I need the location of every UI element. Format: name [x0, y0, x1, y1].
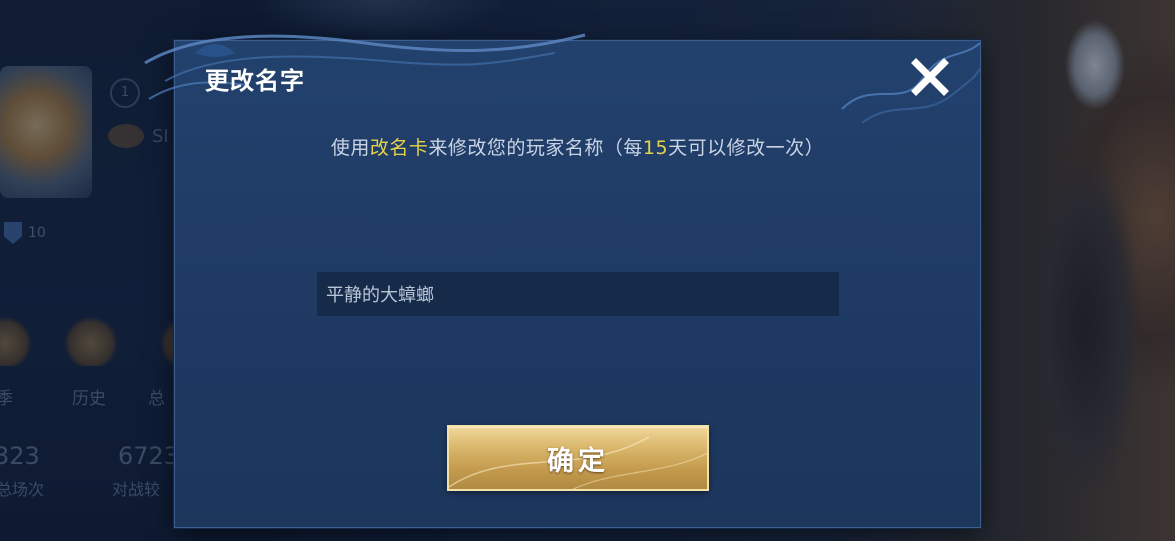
confirm-label: 确定: [547, 445, 609, 477]
instruction-prefix: 使用: [330, 137, 370, 159]
close-button[interactable]: [908, 55, 952, 99]
corner-ornament: [841, 42, 981, 124]
player-name-input[interactable]: [317, 272, 839, 316]
instruction-text: 使用改名卡来修改您的玩家名称（每15天可以修改一次）: [175, 133, 980, 160]
confirm-button[interactable]: 确定: [447, 425, 709, 491]
dialog-title: 更改名字: [205, 67, 305, 95]
rename-dialog: 更改名字 使用改名卡来修改您的玩家名称（每15天可以修改一次） 确定: [144, 33, 981, 528]
cooldown-days: 15: [642, 137, 669, 159]
rename-card-link: 改名卡: [369, 137, 429, 159]
instruction-suffix: 天可以修改一次）: [668, 137, 825, 159]
instruction-middle: 来修改您的玩家名称（每: [428, 137, 643, 159]
close-icon: [911, 58, 949, 96]
